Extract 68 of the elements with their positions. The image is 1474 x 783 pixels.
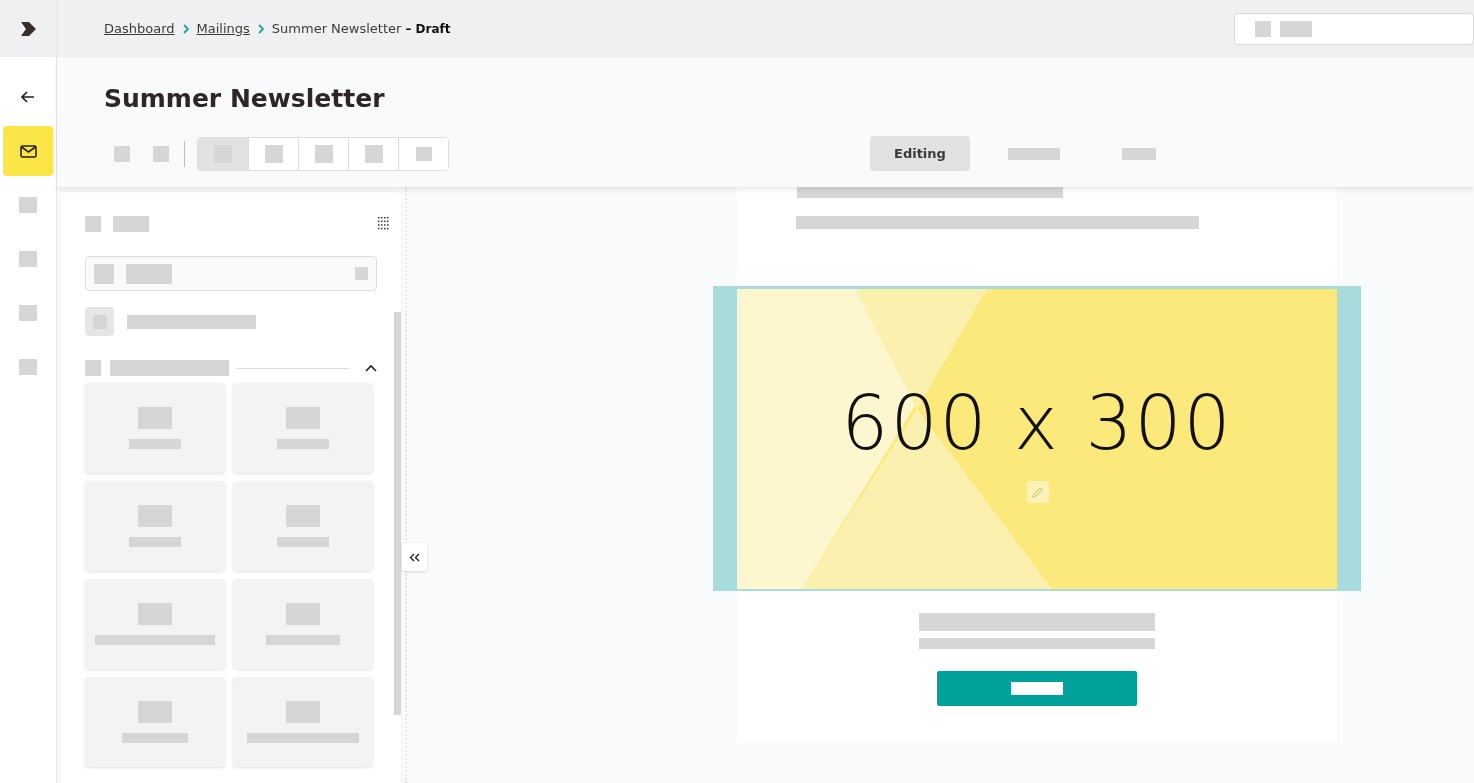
block-tile[interactable] bbox=[233, 383, 373, 473]
image-size-label: 600 x 300 bbox=[841, 379, 1233, 466]
back-arrow-icon bbox=[21, 91, 35, 103]
placeholder-bar bbox=[286, 701, 320, 723]
tab[interactable]: Editing bbox=[870, 136, 970, 171]
caret-icon bbox=[365, 364, 377, 372]
placeholder-bar bbox=[1121, 147, 1156, 160]
block-tile[interactable] bbox=[233, 481, 373, 571]
collapse-panel-button[interactable] bbox=[402, 543, 427, 571]
placeholder-bar bbox=[415, 146, 432, 161]
placeholder-bar bbox=[286, 407, 320, 429]
placeholder-bar bbox=[126, 263, 172, 284]
scrollbar-thumb[interactable] bbox=[394, 312, 401, 715]
toolbar-button[interactable] bbox=[153, 145, 169, 162]
placeholder-bar bbox=[85, 360, 101, 376]
placeholder-bar bbox=[138, 505, 172, 527]
segment-button[interactable] bbox=[398, 137, 448, 170]
placeholder-bar bbox=[129, 537, 181, 547]
placeholder-bar bbox=[1011, 681, 1063, 695]
grip-icon[interactable] bbox=[378, 217, 389, 231]
checkbox[interactable] bbox=[85, 307, 114, 336]
placeholder-bar bbox=[19, 197, 37, 213]
search-field[interactable] bbox=[1234, 12, 1474, 45]
placeholder-bar bbox=[1280, 20, 1312, 37]
block-tile[interactable] bbox=[85, 383, 225, 473]
placeholder-bar bbox=[19, 251, 37, 267]
placeholder-bar bbox=[1007, 147, 1060, 160]
chevron-icon bbox=[181, 23, 190, 34]
breadcrumb-current: Summer Newsletter bbox=[271, 21, 402, 36]
placeholder-bar bbox=[277, 537, 329, 547]
chevron-icon bbox=[256, 23, 265, 34]
placeholder-bar bbox=[286, 505, 320, 527]
search-field[interactable] bbox=[85, 256, 377, 291]
breadcrumb-link[interactable]: Dashboard bbox=[104, 21, 175, 36]
placeholder-bar bbox=[19, 305, 37, 321]
placeholder-bar bbox=[314, 144, 333, 163]
placeholder-bar bbox=[138, 603, 172, 625]
placeholder-bar bbox=[364, 144, 383, 163]
block-tile[interactable] bbox=[233, 677, 373, 767]
breadcrumb-link[interactable]: Mailings bbox=[196, 21, 250, 36]
pencil-icon[interactable] bbox=[1027, 480, 1049, 503]
placeholder-bar bbox=[138, 701, 172, 723]
call-to-action-button[interactable] bbox=[937, 670, 1137, 706]
block-tile[interactable] bbox=[85, 677, 225, 767]
placeholder-bar bbox=[286, 603, 320, 625]
block-tile[interactable] bbox=[85, 481, 225, 571]
block-tile[interactable] bbox=[233, 579, 373, 669]
block-tile[interactable] bbox=[85, 579, 225, 669]
placeholder-bar bbox=[94, 263, 114, 284]
placeholder-bar bbox=[277, 439, 329, 449]
placeholder-bar bbox=[355, 267, 368, 280]
placeholder-bar bbox=[264, 144, 283, 163]
placeholder-bar bbox=[138, 407, 172, 429]
placeholder-bar bbox=[122, 733, 188, 743]
logo-icon bbox=[19, 20, 37, 37]
status-label: – Draft bbox=[405, 21, 451, 36]
envelope-icon bbox=[19, 144, 37, 158]
image-block[interactable]: 600 x 300 bbox=[713, 285, 1361, 591]
toolbar-button[interactable] bbox=[114, 145, 130, 162]
placeholder-bar bbox=[129, 439, 181, 449]
page-title: Summer Newsletter bbox=[104, 83, 386, 115]
mail-button[interactable] bbox=[3, 126, 53, 176]
placeholder-bar bbox=[113, 216, 149, 232]
placeholder-bar bbox=[85, 216, 101, 232]
segment-button[interactable] bbox=[198, 137, 248, 170]
placeholder-bar bbox=[1255, 20, 1271, 37]
double-chevron-icon bbox=[409, 552, 420, 562]
placeholder-bar bbox=[19, 359, 37, 375]
